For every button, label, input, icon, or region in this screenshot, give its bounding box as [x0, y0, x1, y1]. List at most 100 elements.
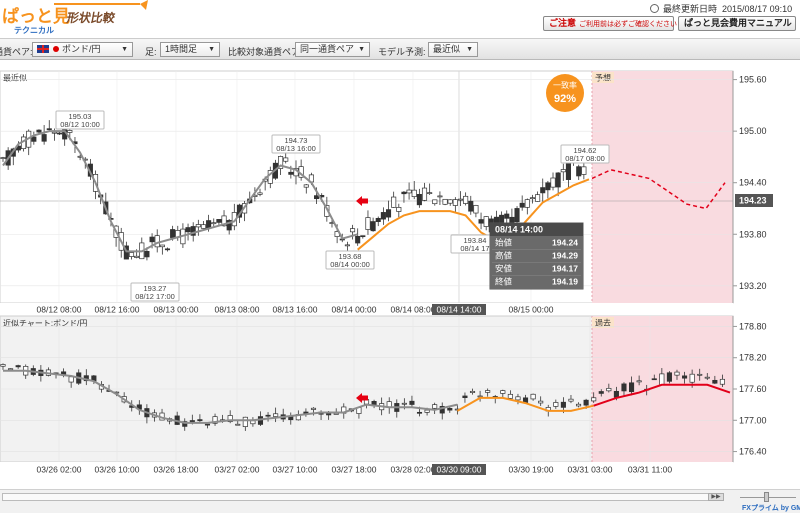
bottom-candle [61, 371, 67, 375]
chevron-down-icon: ▼ [466, 46, 473, 53]
top-candle [46, 128, 52, 131]
top-candle [560, 169, 566, 173]
top-candle [128, 252, 135, 257]
bottom-candle [0, 364, 6, 367]
bottom-candle [629, 382, 635, 393]
bottom-candle [197, 419, 203, 422]
chevron-down-icon: ▼ [121, 46, 128, 53]
model-select[interactable]: 最近似 ▼ [428, 42, 478, 57]
bottom-candle [553, 402, 559, 407]
bottom-candle [68, 376, 74, 383]
top-candle [550, 177, 556, 188]
bottom-candle [8, 368, 14, 371]
logo-badge: 形状比較 [66, 10, 117, 25]
top-candle [154, 235, 160, 248]
period-value: 1時間足 [165, 44, 198, 54]
top-candle [36, 129, 42, 133]
annotation-time: 08/13 16:00 [276, 144, 316, 153]
top-candle [288, 171, 294, 175]
pair-select[interactable]: ポンド/円 ▼ [32, 42, 133, 57]
manual-button[interactable]: ぱっと見会費用マニュアル [678, 16, 796, 31]
match-rate-badge: 一致率 92% [546, 74, 584, 112]
forecast-zone [592, 71, 733, 303]
top-x-tick: 08/15 00:00 [509, 305, 554, 315]
forecast-label: 予想 [595, 73, 611, 83]
clock-icon [650, 4, 659, 13]
horizontal-scrollbar[interactable] [2, 493, 724, 501]
top-candle [545, 182, 551, 191]
top-y-axis: 195.60 195.00 194.40 193.80 193.20 194.23 [732, 71, 800, 303]
bottom-candle [636, 380, 642, 383]
chevron-down-icon: ▼ [358, 46, 365, 53]
compare-select[interactable]: 同一通貨ペア ▼ [295, 42, 370, 57]
top-candle [31, 136, 37, 142]
bottom-candle [432, 404, 438, 409]
top-candle [51, 131, 57, 134]
top-candle [427, 192, 433, 194]
top-candle [41, 134, 47, 142]
top-x-axis: 08/12 08:00 08/12 16:00 08/13 00:00 08/13 0… [0, 303, 733, 315]
bottom-y-tick: 178.20 [739, 353, 767, 363]
updated-value: 2015/08/17 09:10 [722, 4, 793, 14]
top-candle [159, 244, 165, 248]
past-label: 過去 [595, 318, 611, 328]
bottom-candle [674, 371, 680, 376]
top-candle [349, 228, 356, 233]
bottom-candle [666, 372, 672, 382]
top-x-tick: 08/12 16:00 [95, 305, 140, 315]
top-candle [195, 224, 201, 228]
top-candle [524, 199, 530, 208]
annotation-time: 08/14 17 [460, 244, 489, 253]
top-candle [314, 195, 320, 200]
bottom-candle [310, 407, 317, 410]
uk-flag-icon [37, 45, 49, 53]
bottom-x-axis: 03/26 02:00 03/26 10:00 03/26 18:00 03/27 0… [0, 462, 733, 484]
model-label: モデル予測: [378, 47, 426, 57]
top-candle [473, 205, 479, 214]
top-candle [540, 187, 546, 194]
top-candle [375, 217, 381, 222]
bottom-candle [273, 413, 279, 417]
tooltip-row-value: 194.29 [552, 251, 578, 261]
top-candle [385, 209, 392, 218]
top-candle [529, 197, 536, 200]
bottom-y-tick: 176.40 [739, 447, 767, 457]
top-candle [283, 157, 289, 162]
top-y-tick: 194.40 [739, 178, 767, 188]
top-x-tick: 08/14 14:00 [437, 305, 482, 315]
tooltip-title: 08/14 14:00 [495, 225, 543, 235]
top-candle [303, 184, 309, 188]
updated-label: 最終更新日時 [663, 4, 718, 14]
zoom-slider-handle[interactable] [764, 492, 769, 502]
top-candle [452, 199, 458, 206]
top-candle [576, 166, 582, 177]
period-select[interactable]: 1時間足 ▼ [160, 42, 220, 57]
bottom-candle [469, 390, 476, 393]
bottom-candle [598, 391, 604, 394]
top-panel-label: 最近似 [3, 73, 27, 83]
caution-button[interactable]: ご注意 ご利用前は必ずご確認ください [543, 16, 677, 31]
top-candle [170, 229, 176, 238]
pair-label: 通貨ペア: [0, 47, 33, 57]
scroll-right-icon[interactable]: ▶▶ [708, 493, 724, 501]
bottom-x-tick: 03/26 18:00 [154, 465, 199, 475]
bottom-x-tick: 03/30 09:00 [437, 465, 482, 475]
top-y-tick: 193.20 [739, 281, 767, 291]
bottom-x-tick: 03/27 02:00 [215, 465, 260, 475]
top-candle [56, 132, 63, 135]
top-x-tick: 08/13 16:00 [273, 305, 318, 315]
tooltip: 08/14 14:00 始値 194.24 高値 194.29 安値 194.17 終値 19… [489, 222, 584, 290]
top-candle [555, 172, 561, 188]
match-rate-value: 92% [554, 93, 576, 105]
bottom-candle [697, 373, 703, 376]
top-candle [457, 198, 464, 201]
top-candle [360, 235, 366, 238]
chart-area[interactable]: 予想 最近似 195.0308/12 10:00193.2708/12 17:0… [0, 61, 800, 489]
top-candle [67, 130, 73, 133]
top-candle [134, 255, 140, 258]
match-rate-label: 一致率 [553, 80, 577, 90]
top-candle [185, 227, 191, 233]
bottom-y-tick: 178.80 [739, 321, 767, 331]
bottom-candle [265, 414, 271, 417]
top-candle [442, 198, 448, 205]
